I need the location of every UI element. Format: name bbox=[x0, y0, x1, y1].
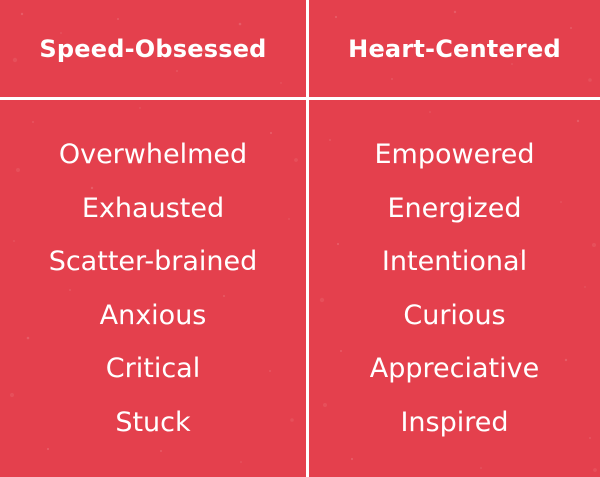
list-item: Anxious bbox=[99, 299, 207, 331]
list-item: Exhausted bbox=[81, 192, 225, 224]
heart-centered-column: Heart-Centered Empowered Energized Inten… bbox=[309, 0, 600, 477]
list-item: Appreciative bbox=[369, 353, 540, 385]
list-item: Energized bbox=[387, 192, 522, 224]
list-item: Inspired bbox=[400, 406, 509, 438]
list-item: Critical bbox=[105, 353, 201, 385]
list-item: Empowered bbox=[374, 139, 535, 170]
heart-centered-list: Empowered Energized Intentional Curious … bbox=[309, 128, 600, 450]
list-item: Stuck bbox=[115, 406, 191, 438]
heart-centered-header: Heart-Centered bbox=[348, 34, 561, 63]
comparison-table: Speed-Obsessed Overwhelmed Exhausted Sca… bbox=[0, 0, 600, 477]
header-divider bbox=[0, 97, 600, 100]
speed-obsessed-list: Overwhelmed Exhausted Scatter-brained An… bbox=[0, 128, 306, 450]
speed-obsessed-header: Speed-Obsessed bbox=[39, 34, 267, 63]
list-item: Curious bbox=[403, 299, 506, 331]
list-item: Intentional bbox=[381, 246, 528, 278]
speed-obsessed-column: Speed-Obsessed Overwhelmed Exhausted Sca… bbox=[0, 0, 306, 477]
column-divider bbox=[306, 0, 309, 477]
list-item: Overwhelmed bbox=[58, 139, 248, 170]
list-item: Scatter-brained bbox=[48, 246, 258, 278]
